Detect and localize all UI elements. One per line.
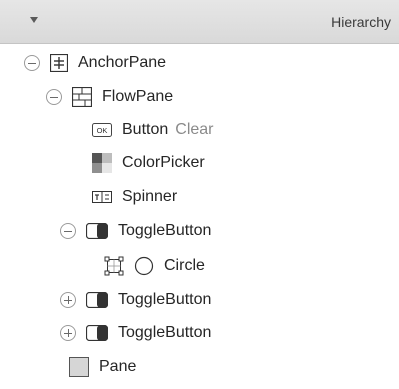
tree-item-label: Circle — [164, 257, 205, 274]
hierarchy-panel-header[interactable]: Hierarchy — [0, 0, 399, 44]
tree-item-label: ToggleButton — [118, 324, 212, 341]
tree-item-label: AnchorPane — [78, 54, 167, 71]
collapse-toggle-icon[interactable] — [60, 223, 76, 239]
tree-item-spinner[interactable]: Spinner — [92, 182, 177, 212]
tree-item-togglebutton[interactable]: ToggleButton — [60, 216, 211, 246]
tree-item-circle[interactable]: Circle — [104, 251, 205, 281]
circle-icon — [134, 256, 154, 276]
panel-title: Hierarchy — [331, 14, 391, 30]
tree-item-flowpane[interactable]: FlowPane — [46, 82, 173, 112]
tree-item-togglebutton[interactable]: ToggleButton — [60, 318, 211, 348]
tree-item-pane[interactable]: Pane — [69, 352, 136, 382]
tree-item-label: Spinner — [122, 188, 178, 205]
tree-item-colorpicker[interactable]: ColorPicker — [92, 148, 205, 178]
tree-item-button[interactable]: OK Button Clear — [92, 115, 214, 145]
pane-icon — [69, 357, 89, 377]
expand-toggle-icon[interactable] — [60, 325, 76, 341]
tree-item-anchorpane[interactable]: AnchorPane — [24, 48, 166, 78]
tree-item-label: Pane — [99, 358, 137, 375]
tree-item-sublabel: Clear — [175, 121, 214, 138]
toggle-button-icon — [86, 325, 108, 341]
anchor-pane-icon — [50, 54, 68, 72]
tree-item-label: ToggleButton — [118, 222, 212, 239]
panel-menu-chevron-icon[interactable] — [30, 17, 38, 23]
toggle-button-icon — [86, 223, 108, 239]
button-icon: OK — [92, 123, 112, 137]
color-picker-icon — [92, 153, 112, 173]
tree-item-togglebutton[interactable]: ToggleButton — [60, 285, 211, 315]
collapse-toggle-icon[interactable] — [46, 89, 62, 105]
collapse-toggle-icon[interactable] — [24, 55, 40, 71]
tree-item-label: Button — [122, 121, 169, 138]
tree-item-label: FlowPane — [102, 88, 174, 105]
spinner-icon — [92, 191, 112, 203]
button-icon-badge: OK — [97, 126, 108, 135]
tree-item-label: ColorPicker — [122, 154, 205, 171]
graphic-slot-icon — [104, 256, 124, 276]
flow-pane-icon — [72, 87, 92, 107]
expand-toggle-icon[interactable] — [60, 292, 76, 308]
tree-item-label: ToggleButton — [118, 291, 212, 308]
toggle-button-icon — [86, 292, 108, 308]
